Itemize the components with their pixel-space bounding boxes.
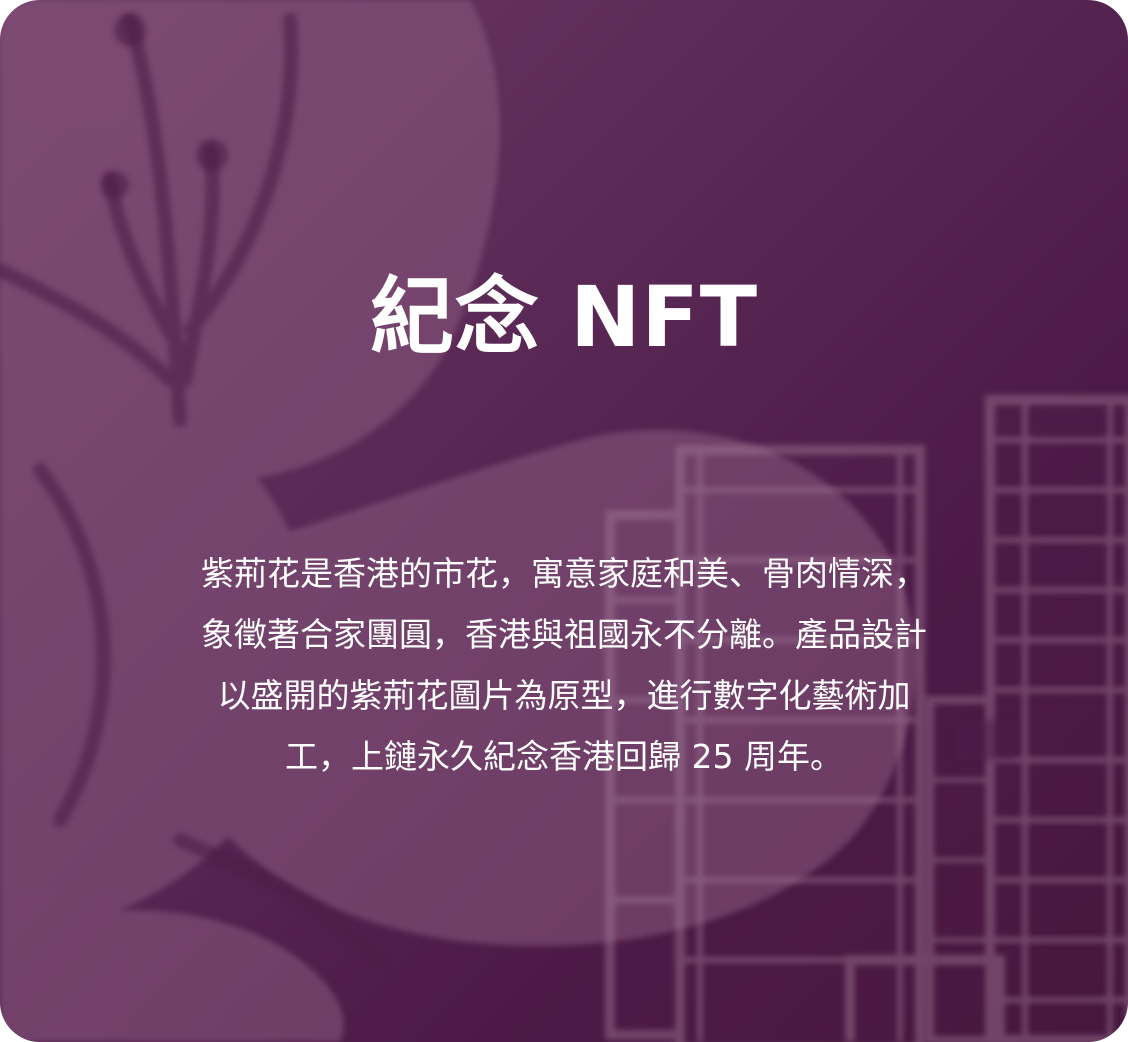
card-description: 紫荊花是香港的市花，寓意家庭和美、骨肉情深， 象徵著合家團圓，香港與祖國永不分離… <box>110 543 1018 787</box>
description-line: 工，上鏈永久紀念香港回歸 25 周年。 <box>285 737 843 776</box>
bauhinia-flower-shape <box>0 0 916 1042</box>
description-line: 紫荊花是香港的市花，寓意家庭和美、骨肉情深， <box>201 554 927 593</box>
bauhinia-skyline-illustration <box>0 0 1128 1042</box>
description-line: 以盛開的紫荊花圖片為原型，進行數字化藝術加 <box>217 676 911 715</box>
description-line: 象徵著合家團圓，香港與祖國永不分離。產品設計 <box>201 615 927 654</box>
nft-card: 紀念 NFT 紫荊花是香港的市花，寓意家庭和美、骨肉情深， 象徵著合家團圓，香港… <box>0 0 1128 1042</box>
card-title: 紀念 NFT <box>369 268 759 366</box>
